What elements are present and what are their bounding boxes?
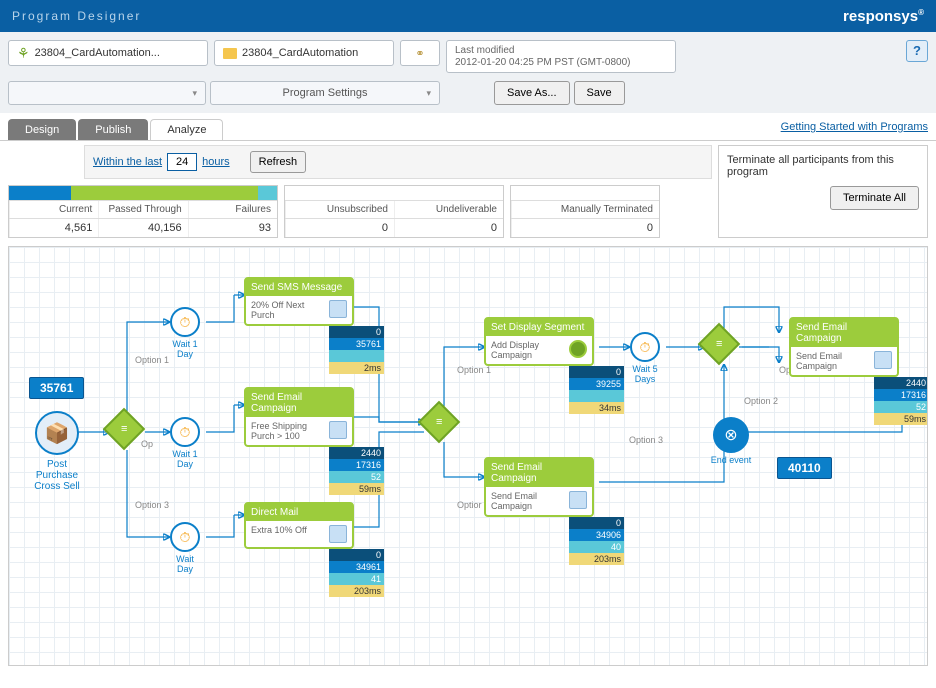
start-icon: 📦 — [35, 411, 79, 455]
last-modified-value: 2012-01-20 04:25 PM PST (GMT-0800) — [455, 57, 630, 68]
activity-display-segment[interactable]: Set Display SegmentAdd Display Campaign … — [484, 317, 624, 414]
timer-2[interactable]: ⏱Wait 1 Day — [169, 417, 201, 469]
app-header: Program Designer responsys® — [0, 0, 936, 32]
folder-icon — [223, 48, 237, 59]
brand-logo: responsys® — [843, 8, 924, 25]
stat-passed-val: 40,156 — [98, 219, 187, 237]
save-as-button[interactable]: Save As... — [494, 81, 570, 105]
opt-5: Option 2 — [744, 396, 778, 406]
flow-connectors — [9, 247, 927, 665]
stat-manterm-val: 0 — [511, 219, 659, 237]
end-icon: ⊗ — [713, 417, 749, 453]
hours-link[interactable]: hours — [202, 156, 230, 168]
end-count-badge: 40110 — [777, 457, 832, 479]
opt-2: Op — [141, 439, 153, 449]
stat-manterm-hdr: Manually Terminated — [511, 201, 659, 218]
help-button[interactable]: ? — [906, 40, 928, 62]
flow-canvas[interactable]: 35761 📦 Post Purchase Cross Sell ≡ ⏱Wait… — [8, 246, 928, 666]
stat-passed-hdr: Passed Through — [98, 201, 187, 218]
stat-undeliv-hdr: Undeliverable — [394, 201, 503, 218]
folder-name: 23804_CardAutomation — [242, 47, 358, 59]
program-settings-dropdown[interactable]: Program Settings — [210, 81, 440, 105]
gateway-2[interactable]: ≡ — [424, 407, 454, 437]
stat-current-val: 4,561 — [9, 219, 98, 237]
opt-1: Option 1 — [135, 355, 169, 365]
toolbar-row-2: Program Settings Save As... Save — [0, 81, 936, 113]
stat-unsub-hdr: Unsubscribed — [285, 201, 394, 218]
activity-email-3[interactable]: Send Email CampaignSend Email Campaign 2… — [789, 317, 928, 425]
dropdown-1[interactable] — [8, 81, 206, 105]
folder-box[interactable]: 23804_CardAutomation — [214, 40, 394, 66]
terminate-all-button[interactable]: Terminate All — [830, 186, 919, 210]
hours-input[interactable] — [167, 153, 197, 171]
end-label: End event — [709, 455, 753, 465]
timer-1[interactable]: ⏱Wait 1 Day — [169, 307, 201, 359]
start-label: Post Purchase Cross Sell — [29, 459, 85, 492]
opt-6: Option 3 — [629, 435, 663, 445]
stat-unsub-val: 0 — [285, 219, 394, 237]
refresh-button[interactable]: Refresh — [250, 151, 307, 173]
app-title: Program Designer — [12, 9, 141, 23]
timer-4[interactable]: ⏱Wait 5 Days — [629, 332, 661, 384]
chain-icon: ⚭ — [415, 47, 424, 60]
terminate-box: Terminate all participants from this pro… — [718, 145, 928, 238]
stat-current-hdr: Current — [9, 201, 98, 218]
stat-undeliv-val: 0 — [394, 219, 503, 237]
filter-row: Within the last hours Refresh — [84, 145, 712, 179]
tab-analyze[interactable]: Analyze — [150, 119, 223, 140]
tabs: Design Publish Analyze Getting Started w… — [0, 113, 936, 141]
toolbar: ⚘ 23804_CardAutomation... 23804_CardAuto… — [0, 32, 936, 81]
tab-publish[interactable]: Publish — [78, 119, 148, 140]
activity-directmail[interactable]: Direct MailExtra 10% Off 03496141203ms — [244, 502, 384, 597]
gateway-3[interactable]: ≡ — [704, 329, 734, 359]
end-node[interactable]: ⊗ End event — [709, 417, 753, 465]
program-path: 23804_CardAutomation... — [35, 47, 160, 59]
start-node[interactable]: 📦 Post Purchase Cross Sell — [29, 407, 85, 492]
save-button[interactable]: Save — [574, 81, 625, 105]
activity-sms[interactable]: Send SMS Message20% Off Next Purch 03576… — [244, 277, 384, 374]
activity-email-1[interactable]: Send Email CampaignFree Shipping Purch >… — [244, 387, 384, 495]
terminate-text: Terminate all participants from this pro… — [727, 154, 919, 178]
start-count-badge: 35761 — [29, 377, 84, 399]
getting-started-link[interactable]: Getting Started with Programs — [781, 121, 928, 138]
link-box[interactable]: ⚭ — [400, 40, 440, 66]
tab-design[interactable]: Design — [8, 119, 76, 140]
stat-failures-hdr: Failures — [188, 201, 277, 218]
timer-3[interactable]: ⏱Wait Day — [169, 522, 201, 574]
last-modified-label: Last modified — [455, 45, 514, 56]
stat-failures-val: 93 — [188, 219, 277, 237]
stats-row: Current Passed Through Failures 4,561 40… — [8, 185, 712, 238]
opt-3: Option 3 — [135, 500, 169, 510]
last-modified-box: Last modified 2012-01-20 04:25 PM PST (G… — [446, 40, 676, 73]
activity-email-2[interactable]: Send Email CampaignSend Email Campaign 0… — [484, 457, 624, 565]
opt-7: Optior — [457, 500, 482, 510]
program-tree-icon: ⚘ — [17, 45, 30, 62]
gateway-1[interactable]: ≡ — [109, 414, 139, 444]
within-link[interactable]: Within the last — [93, 156, 162, 168]
program-path-box[interactable]: ⚘ 23804_CardAutomation... — [8, 40, 208, 66]
